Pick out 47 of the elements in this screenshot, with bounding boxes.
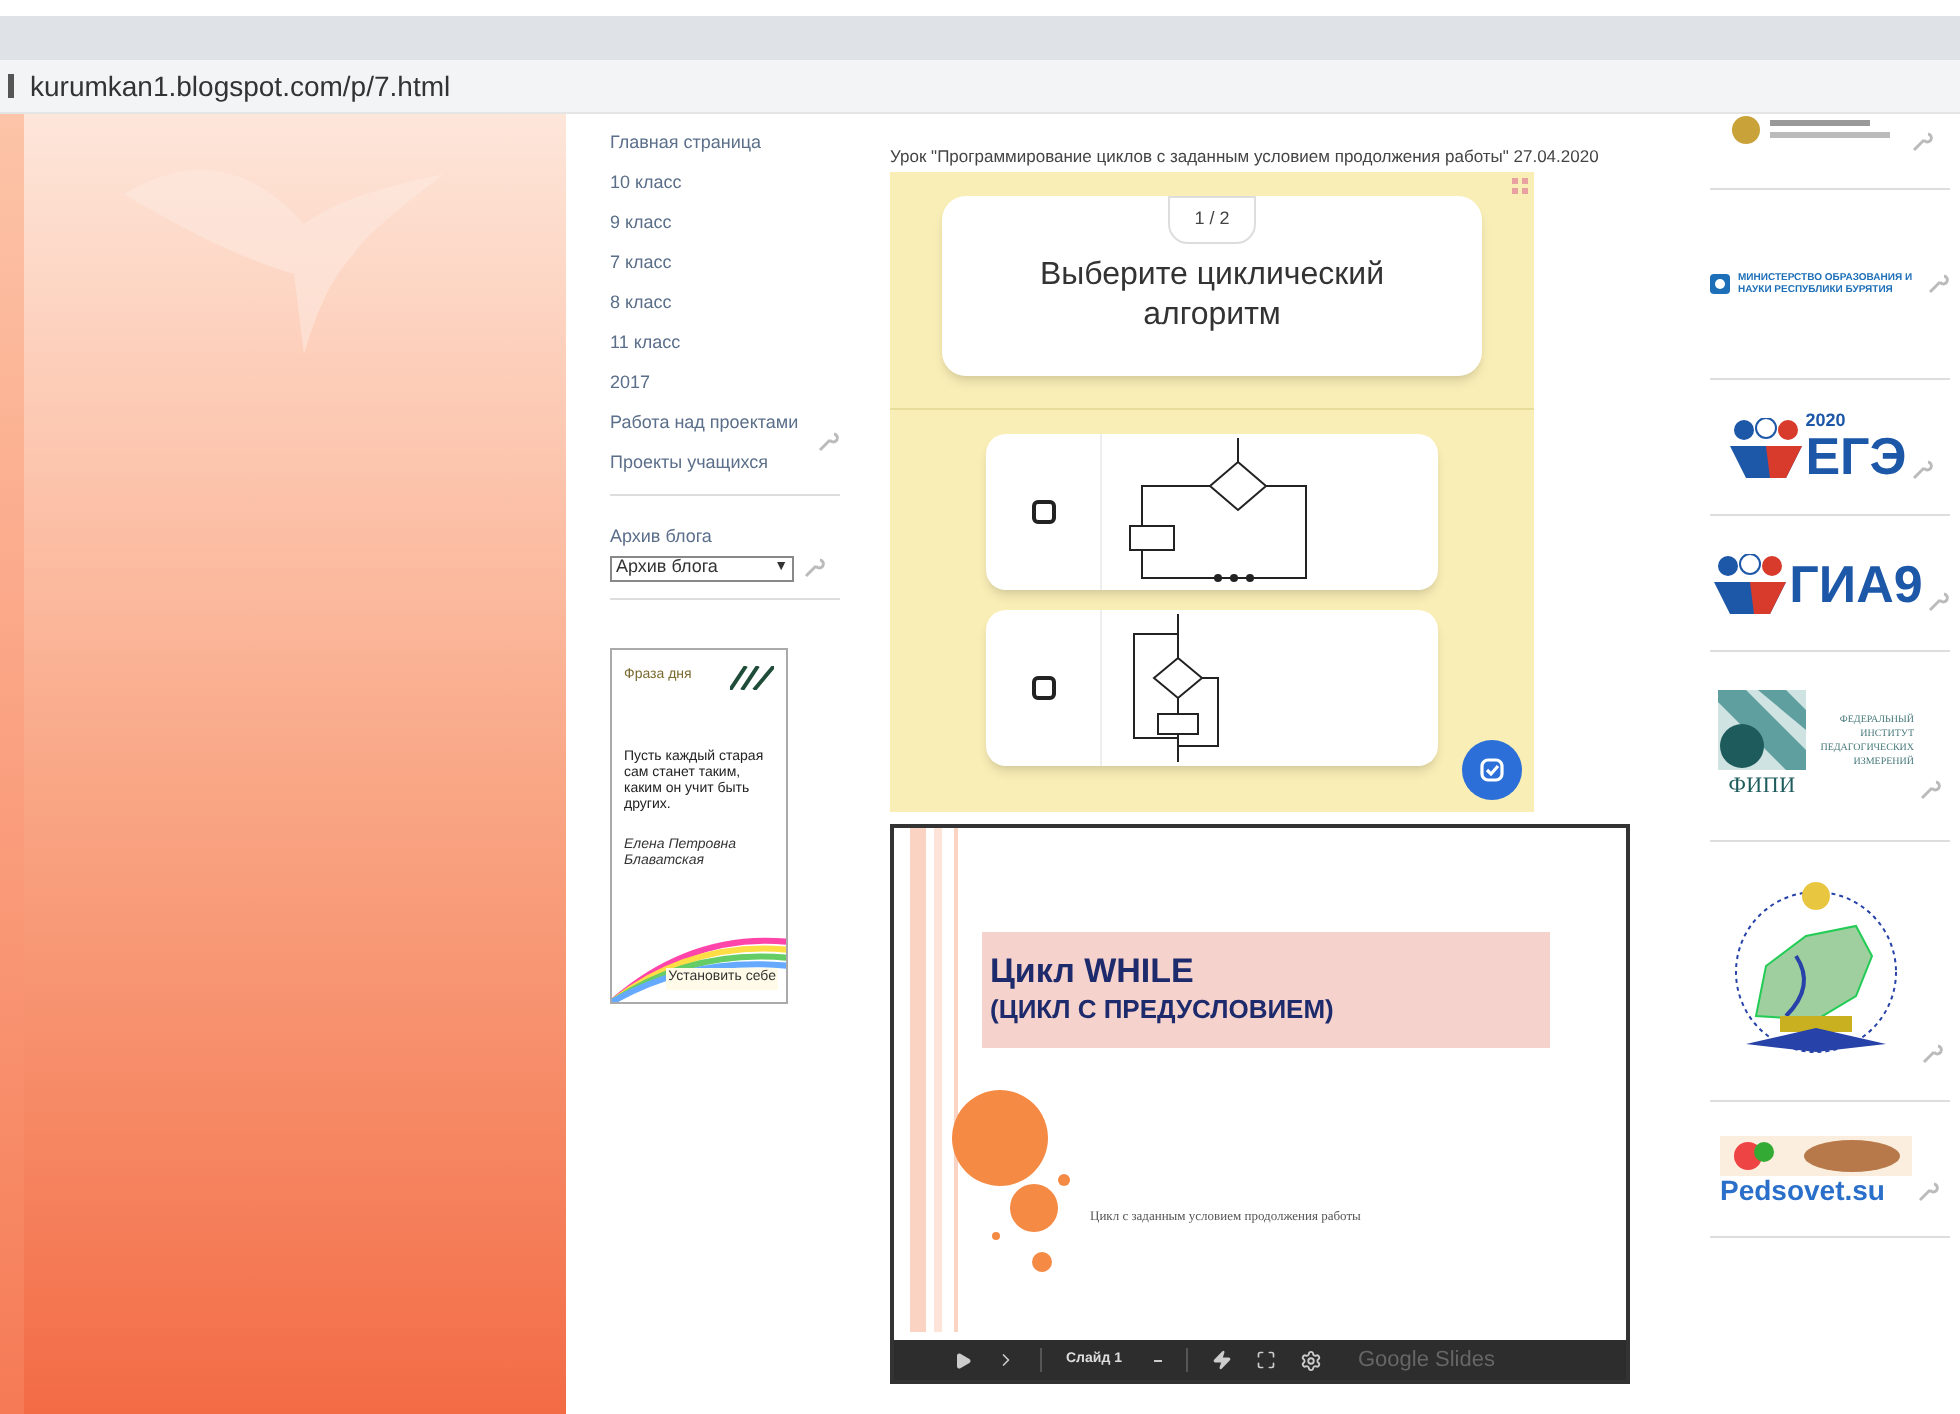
slide-title: Цикл WHILE xyxy=(990,952,1196,992)
wrench-icon[interactable] xyxy=(1910,458,1935,482)
checkbox[interactable] xyxy=(1031,500,1055,524)
wrench-icon[interactable] xyxy=(802,556,826,580)
answer-option[interactable] xyxy=(986,610,1438,766)
settings-icon[interactable] xyxy=(1299,1349,1322,1371)
submit-button[interactable] xyxy=(1462,740,1522,800)
check-square-icon xyxy=(1480,758,1504,782)
url-text[interactable]: kurumkan1.blogspot.com/p/7.html xyxy=(30,65,451,107)
sidebar-link[interactable]: 11 класс xyxy=(610,330,840,370)
post-title: Урок "Программирование циклов с заданным условием продолжения работы" 27.04.2020 xyxy=(890,146,1601,168)
checkbox[interactable] xyxy=(1031,676,1055,700)
wrench-icon[interactable] xyxy=(1910,130,1934,154)
logo-icon xyxy=(730,665,774,689)
logo-text[interactable]: ЕГЭ xyxy=(1805,430,1907,482)
play-icon[interactable] xyxy=(954,1351,972,1369)
wrench-icon[interactable] xyxy=(816,430,840,454)
sidebar-link[interactable]: Главная страница xyxy=(610,130,840,170)
people-icon xyxy=(1709,553,1790,613)
slide-subtitle: (ЦИКЛ С ПРЕДУСЛОВИЕМ) xyxy=(990,992,1336,1028)
sidebar-link[interactable]: 7 класс xyxy=(610,250,840,290)
people-icon xyxy=(1725,417,1806,477)
logo-text[interactable]: ФИПИ xyxy=(1728,769,1796,803)
wrench-icon[interactable] xyxy=(1920,1042,1944,1066)
fipi-emblem-icon xyxy=(1718,689,1806,770)
question-text: Выберите циклический алгоритм xyxy=(1037,255,1387,335)
laser-icon[interactable] xyxy=(1211,1350,1232,1370)
fullscreen-icon[interactable] xyxy=(1255,1350,1276,1370)
wrench-icon[interactable] xyxy=(1916,1179,1940,1203)
emblem-icon xyxy=(1710,274,1730,294)
sidebar-link[interactable]: Проекты учащихся xyxy=(610,450,840,490)
archive-title: Архив блога xyxy=(610,524,714,550)
brand-text: Google Slides xyxy=(1357,1345,1495,1376)
sidebar-link[interactable]: 9 класс xyxy=(610,210,840,250)
answer-option[interactable] xyxy=(986,434,1438,590)
wrench-icon[interactable] xyxy=(1926,589,1951,613)
sidebar-link[interactable]: 8 класс xyxy=(610,290,840,330)
logo-text[interactable]: Pedsovet.su xyxy=(1720,1175,1912,1203)
expand-icon[interactable] xyxy=(1512,178,1528,194)
logo-year: 2020 xyxy=(1805,412,1848,430)
question-counter: 1 / 2 xyxy=(1168,196,1256,243)
sidebar-link[interactable]: Работа над проектами xyxy=(610,410,840,450)
wrench-icon[interactable] xyxy=(1918,778,1942,803)
logo-text[interactable]: ГИА9 xyxy=(1789,557,1923,609)
sidebar-link[interactable]: 10 класс xyxy=(610,170,840,210)
sidebar-link[interactable]: 2017 xyxy=(610,370,840,410)
wrench-icon[interactable] xyxy=(1926,272,1950,296)
